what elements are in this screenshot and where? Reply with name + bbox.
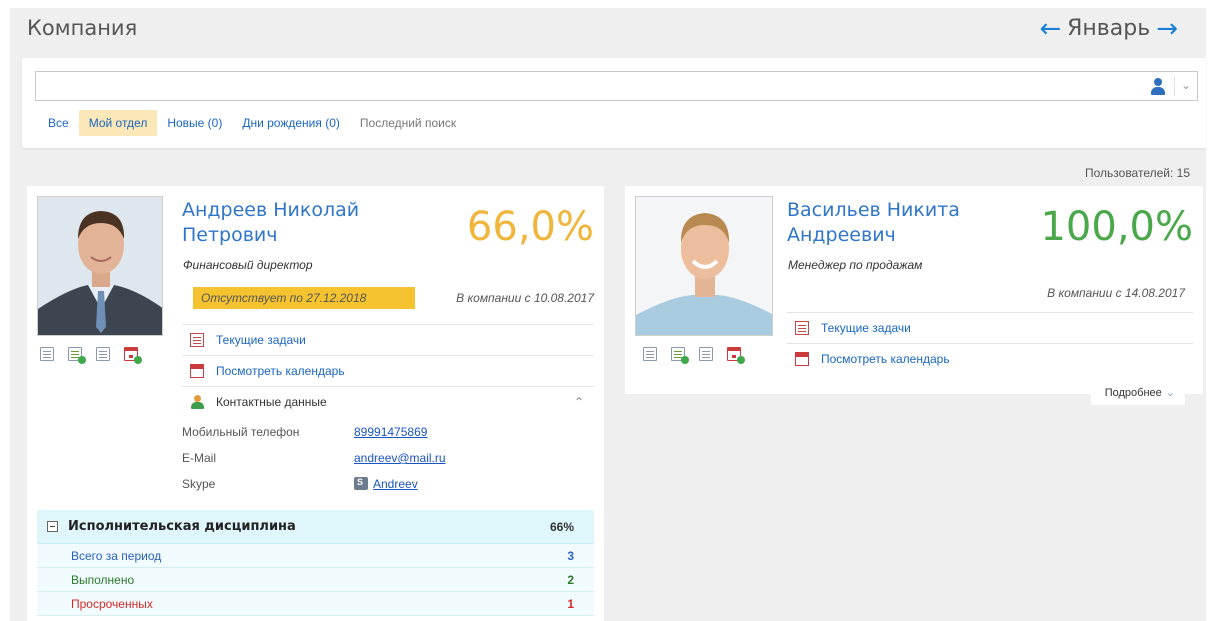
filter-birthdays[interactable]: Дни рождения (0): [232, 110, 350, 136]
filter-my-department[interactable]: Мой отдел: [78, 110, 158, 136]
skype-label: Skype: [182, 477, 216, 491]
filter-new[interactable]: Новые (0): [157, 110, 232, 136]
absence-badge: Отсутствует по 27.12.2018: [193, 287, 415, 309]
filter-last-search[interactable]: Последний поиск: [350, 110, 466, 136]
stat-row-total[interactable]: Всего за период 3: [37, 544, 594, 568]
mobile-phone-link[interactable]: 89991475869: [354, 425, 427, 439]
tasks-icon: [190, 332, 204, 347]
collapse-icon[interactable]: [47, 521, 58, 532]
discipline-header[interactable]: Исполнительская дисциплина 66%: [37, 510, 594, 544]
dropdown-divider: [1174, 76, 1175, 96]
stat-row-overdue[interactable]: Просроченных 1: [37, 592, 594, 616]
search-box: ⌄: [35, 71, 1198, 101]
add-task-icon[interactable]: [671, 347, 689, 364]
discipline-percent: 66,0%: [466, 204, 594, 250]
users-count: Пользователей: 15: [1084, 166, 1190, 180]
page-title: Компания: [27, 16, 138, 40]
calendar-icon: [190, 363, 204, 378]
search-input[interactable]: [40, 75, 1130, 97]
message-icon[interactable]: [699, 347, 713, 361]
discipline-value: 66%: [549, 519, 574, 534]
filter-tabs: Все Мой отдел Новые (0) Дни рождения (0)…: [38, 110, 466, 136]
skype-icon: [354, 477, 368, 490]
discipline-panel: Исполнительская дисциплина 66% Всего за …: [37, 510, 594, 616]
hire-date: В компании с 14.08.2017: [1047, 286, 1185, 300]
email-link[interactable]: andreev@mail.ru: [354, 451, 446, 465]
discipline-percent: 100,0%: [1040, 204, 1193, 250]
view-calendar-link[interactable]: Посмотреть календарь: [787, 343, 1193, 373]
skype-link[interactable]: Andreev: [354, 477, 418, 491]
calendar-icon: [795, 351, 809, 366]
chevron-up-icon[interactable]: ⌃: [574, 395, 584, 409]
employee-position: Менеджер по продажам: [788, 258, 923, 272]
contacts-toggle[interactable]: Контактные данные ⌃: [182, 386, 594, 416]
current-tasks-link[interactable]: Текущие задачи: [787, 312, 1193, 342]
current-tasks-link[interactable]: Текущие задачи: [182, 324, 594, 354]
arrow-left-icon[interactable]: ←: [1039, 16, 1061, 42]
month-navigation: ← Январь →: [1039, 16, 1178, 42]
hire-date: В компании с 10.08.2017: [456, 291, 594, 305]
employee-card: Васильев Никита Андреевич Менеджер по пр…: [625, 186, 1203, 405]
mobile-label: Мобильный телефон: [182, 425, 300, 439]
chevron-down-icon[interactable]: ⌄: [1181, 78, 1191, 92]
chevron-down-icon: ⌄: [1165, 387, 1175, 399]
more-details-button[interactable]: Подробнее ⌄: [1090, 382, 1185, 405]
employee-actions: [643, 347, 745, 364]
filter-all[interactable]: Все: [38, 110, 79, 136]
employee-name[interactable]: Васильев Никита Андреевич: [787, 198, 1017, 248]
search-panel: ⌄ Все Мой отдел Новые (0) Дни рождения (…: [22, 58, 1206, 148]
employee-name[interactable]: Андреев Николай Петрович: [182, 198, 412, 248]
current-month: Январь: [1067, 16, 1151, 41]
add-event-icon[interactable]: [124, 347, 142, 364]
user-icon[interactable]: [1149, 77, 1167, 95]
employee-actions: [40, 347, 142, 364]
employee-position: Финансовый директор: [183, 258, 313, 272]
employee-photo[interactable]: [635, 196, 773, 336]
profile-icon[interactable]: [643, 347, 657, 361]
employee-photo[interactable]: [37, 196, 163, 336]
discipline-title: Исполнительская дисциплина: [68, 519, 296, 534]
email-label: E-Mail: [182, 451, 217, 465]
add-event-icon[interactable]: [727, 347, 745, 364]
profile-icon[interactable]: [40, 347, 54, 361]
view-calendar-link[interactable]: Посмотреть календарь: [182, 355, 594, 385]
add-task-icon[interactable]: [68, 347, 86, 364]
employee-card: Андреев Николай Петрович Финансовый дире…: [27, 186, 604, 621]
tasks-icon: [795, 320, 809, 335]
arrow-right-icon[interactable]: →: [1156, 16, 1178, 42]
stat-row-done[interactable]: Выполнено 2: [37, 568, 594, 592]
message-icon[interactable]: [96, 347, 110, 361]
contact-icon: [190, 394, 204, 409]
